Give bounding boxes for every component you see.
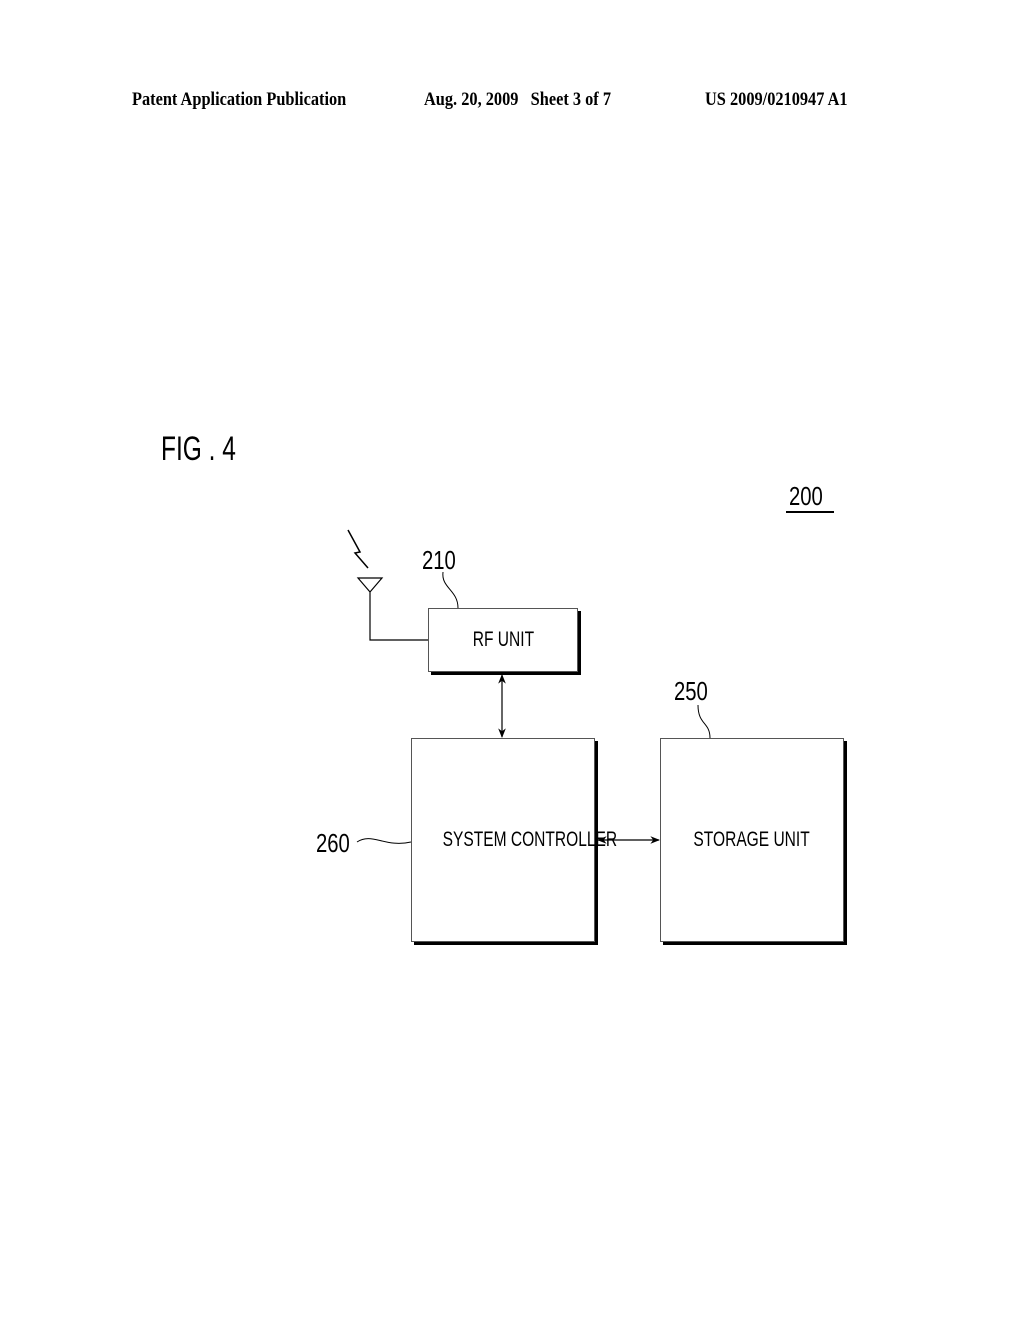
- rf-unit-label: RF UNIT: [472, 628, 534, 651]
- storage-unit-label: STORAGE UNIT: [693, 828, 811, 851]
- rf-unit-block: RF UNIT: [428, 608, 578, 672]
- lightning-icon: [347, 529, 369, 569]
- system-controller-block: SYSTEM CONTROLLER: [411, 738, 617, 942]
- storage-unit-block: STORAGE UNIT: [660, 738, 844, 942]
- antenna-icon: [356, 577, 428, 641]
- leader-210: [442, 571, 459, 609]
- leader-260: [356, 838, 412, 844]
- system-controller-label: SYSTEM CONTROLLER: [442, 828, 618, 851]
- leader-250: [697, 704, 711, 739]
